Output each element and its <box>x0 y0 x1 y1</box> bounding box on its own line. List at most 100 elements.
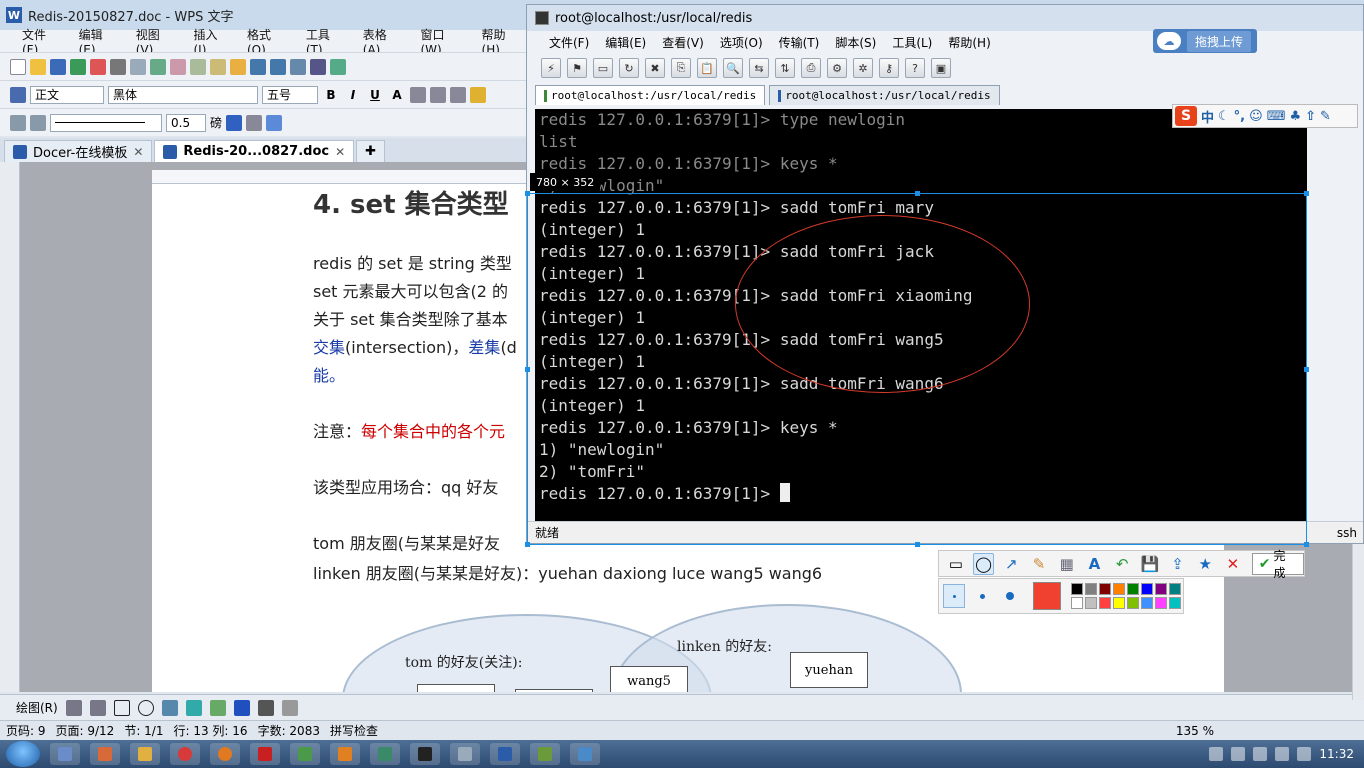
spell-icon[interactable] <box>150 58 166 75</box>
draw-menu-button[interactable]: 绘图(R) <box>16 699 58 716</box>
format-painter-icon[interactable] <box>230 58 246 75</box>
pdf-icon[interactable] <box>90 58 106 75</box>
save-icon[interactable]: 💾 <box>1139 553 1161 575</box>
capture-done-button[interactable]: ✔ 完成 <box>1251 549 1304 580</box>
taskbar-app-chrome[interactable] <box>170 743 200 765</box>
brush-size-medium[interactable] <box>971 584 993 608</box>
color-swatch[interactable] <box>1141 597 1153 609</box>
clock[interactable]: 11:32 <box>1319 747 1354 761</box>
copy-icon[interactable] <box>190 58 206 75</box>
color-swatch[interactable] <box>1155 583 1167 595</box>
tab-redis-doc[interactable]: Redis-20...0827.doc ✕ <box>154 140 355 162</box>
color-swatch[interactable] <box>1071 597 1083 609</box>
tray-icon[interactable] <box>1231 747 1246 761</box>
ssh-menu-help[interactable]: 帮助(H) <box>940 34 998 51</box>
web-icon[interactable] <box>330 58 346 75</box>
color-swatch[interactable] <box>1141 583 1153 595</box>
taskbar-app-explorer[interactable] <box>50 743 80 765</box>
smiley-icon[interactable]: ☺ <box>1249 109 1263 124</box>
taskbar-app-firefox[interactable] <box>210 743 240 765</box>
formula-icon[interactable] <box>310 58 326 75</box>
taskbar-app-5[interactable] <box>330 743 360 765</box>
ssh-menu-tools[interactable]: 工具(L) <box>884 34 940 51</box>
autoshape-icon[interactable] <box>89 699 106 716</box>
select-pointer-icon[interactable] <box>65 699 82 716</box>
undo-icon[interactable] <box>250 58 266 75</box>
start-button[interactable] <box>6 741 40 767</box>
quick-connect-icon[interactable]: ⚑ <box>567 58 587 78</box>
shadow-icon[interactable] <box>281 699 298 716</box>
new-doc-icon[interactable] <box>10 58 26 75</box>
taskbar-app-wps[interactable] <box>490 743 520 765</box>
network-icon[interactable] <box>1297 747 1312 761</box>
line-color-icon[interactable] <box>226 114 243 131</box>
color-swatch[interactable] <box>1113 583 1125 595</box>
session-options-icon[interactable]: ⚙ <box>827 58 847 78</box>
align-center-icon[interactable] <box>430 86 446 103</box>
rectangle-tool-icon[interactable]: ▭ <box>945 553 967 575</box>
brush-size-small[interactable] <box>943 584 965 608</box>
color-swatch[interactable] <box>1085 597 1097 609</box>
color-swatch[interactable] <box>1085 583 1097 595</box>
rectangle-icon[interactable] <box>113 699 130 716</box>
close-icon[interactable]: ✕ <box>133 145 143 159</box>
ssh-menu-script[interactable]: 脚本(S) <box>827 34 884 51</box>
ssh-menu-view[interactable]: 查看(V) <box>654 34 712 51</box>
help-icon[interactable]: ? <box>905 58 925 78</box>
ellipse-tool-icon[interactable]: ◯ <box>972 552 995 575</box>
color-swatch[interactable] <box>1071 583 1083 595</box>
color-swatch[interactable] <box>1155 597 1167 609</box>
punctuation-icon[interactable]: °, <box>1234 109 1245 124</box>
ssh-menu-edit[interactable]: 编辑(E) <box>597 34 654 51</box>
status-zoom[interactable]: 135 % <box>1176 724 1214 738</box>
tray-icon[interactable] <box>1253 747 1268 761</box>
textbox-icon[interactable] <box>161 699 178 716</box>
color-swatch[interactable] <box>1127 583 1139 595</box>
sogou-ime-toolbar[interactable]: S 中 ☾ °, ☺ ⌨ ♣ ⇧ ✎ <box>1172 104 1358 128</box>
taskbar-app-7[interactable] <box>450 743 480 765</box>
cut-icon[interactable] <box>170 58 186 75</box>
color-swatch[interactable] <box>1169 597 1181 609</box>
color-swatch[interactable] <box>1099 597 1111 609</box>
ssh-title-bar[interactable]: root@localhost:/usr/local/redis <box>527 5 1363 31</box>
wordart-icon[interactable] <box>185 699 202 716</box>
ellipse-icon[interactable] <box>137 699 154 716</box>
share-icon[interactable]: ⇪ <box>1167 553 1189 575</box>
justify-icon[interactable] <box>470 86 486 103</box>
global-options-icon[interactable]: ✲ <box>853 58 873 78</box>
paste-icon[interactable] <box>210 58 226 75</box>
screenshot-icon[interactable]: ▣ <box>931 58 951 78</box>
taskbar-app-6[interactable] <box>370 743 400 765</box>
border-icon[interactable] <box>246 114 263 131</box>
ssh-tab-1[interactable]: root@localhost:/usr/local/redis <box>535 85 766 105</box>
cancel-icon[interactable]: ✕ <box>1222 553 1244 575</box>
font-select[interactable]: 黑体 <box>108 85 258 104</box>
drag-upload-button[interactable]: ☁ 拖拽上传 <box>1153 29 1257 53</box>
tab-docer-templates[interactable]: Docer-在线模板 ✕ <box>4 140 153 162</box>
export-icon[interactable] <box>70 58 86 75</box>
fill-color-icon[interactable] <box>266 114 283 131</box>
brush-size-large[interactable] <box>999 584 1021 608</box>
volume-icon[interactable] <box>1275 747 1290 761</box>
taskbar-app-4[interactable] <box>290 743 320 765</box>
font-size-select[interactable]: 五号 <box>262 85 318 104</box>
disconnect-icon[interactable]: ✖ <box>645 58 665 78</box>
align-left-icon[interactable] <box>410 86 426 103</box>
save-icon[interactable] <box>50 58 66 75</box>
arrow-tool-icon[interactable]: ↗ <box>1000 553 1022 575</box>
preview-icon[interactable] <box>130 58 146 75</box>
current-color-swatch[interactable] <box>1033 582 1061 610</box>
wrench-icon[interactable]: ✎ <box>1320 109 1331 124</box>
text-color-icon[interactable] <box>233 699 250 716</box>
grid-icon[interactable] <box>10 114 26 131</box>
ssh-menu-transfer[interactable]: 传输(T) <box>771 34 828 51</box>
mosaic-tool-icon[interactable]: ▦ <box>1056 553 1078 575</box>
color-swatch[interactable] <box>1169 583 1181 595</box>
ssh-menu-file[interactable]: 文件(F) <box>541 34 597 51</box>
pin-icon[interactable]: ★ <box>1194 553 1216 575</box>
taskbar-app-1[interactable] <box>90 743 120 765</box>
print-icon[interactable]: ⎙ <box>801 58 821 78</box>
color-swatch[interactable] <box>1127 597 1139 609</box>
session-icon[interactable]: ▭ <box>593 58 613 78</box>
tray-icon[interactable] <box>1209 747 1224 761</box>
